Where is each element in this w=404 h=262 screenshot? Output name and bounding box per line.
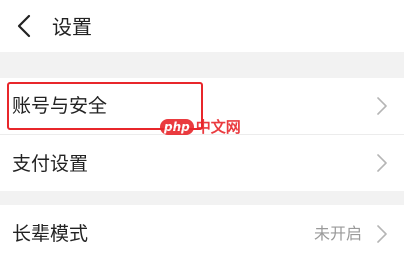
chevron-right-icon	[374, 223, 390, 245]
settings-item-label: 账号与安全	[12, 95, 108, 117]
settings-item-value: 未开启	[313, 224, 362, 243]
chevron-right-icon	[374, 95, 390, 117]
page-title: 设置	[52, 15, 92, 39]
back-button[interactable]	[10, 12, 38, 40]
settings-item-label: 长辈模式	[12, 223, 89, 245]
settings-item-payment[interactable]: 支付设置	[0, 135, 404, 191]
top-bar: 设置	[0, 0, 404, 52]
watermark-badge: php	[160, 119, 194, 135]
chevron-right-icon	[374, 152, 390, 174]
chevron-left-icon	[17, 14, 31, 38]
section-gap	[0, 191, 404, 205]
settings-item-elder-mode[interactable]: 长辈模式 未开启	[0, 205, 404, 262]
settings-item-label: 支付设置	[12, 153, 89, 175]
section-gap	[0, 52, 404, 78]
watermark-logo: php 中文网	[160, 118, 241, 136]
watermark-text: 中文网	[195, 118, 241, 136]
